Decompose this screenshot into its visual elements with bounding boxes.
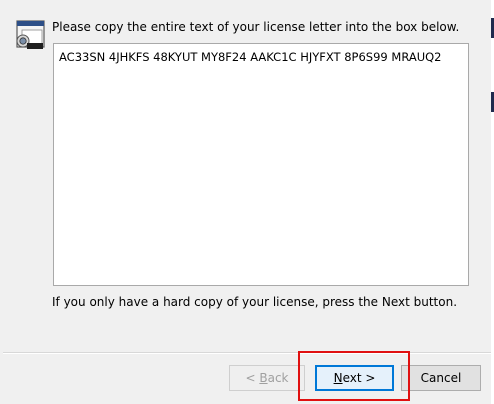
cancel-button[interactable]: Cancel: [401, 365, 481, 391]
instruction-text: Please copy the entire text of your lice…: [52, 20, 460, 34]
back-button[interactable]: < Back: [229, 365, 305, 391]
back-button-mnemonic: B: [259, 371, 268, 385]
hard-copy-hint: If you only have a hard copy of your lic…: [52, 295, 458, 309]
license-text-input[interactable]: AC33SN 4JHKFS 48KYUT MY8F24 AAKC1C HJYFX…: [53, 43, 469, 286]
next-button-highlight: [298, 351, 410, 401]
button-area-separator: [3, 352, 491, 354]
back-button-prefix: <: [245, 371, 260, 385]
installer-window-icon: [16, 20, 45, 49]
back-button-label: ack: [267, 371, 289, 385]
license-wizard-window: Please copy the entire text of your lice…: [0, 0, 494, 404]
